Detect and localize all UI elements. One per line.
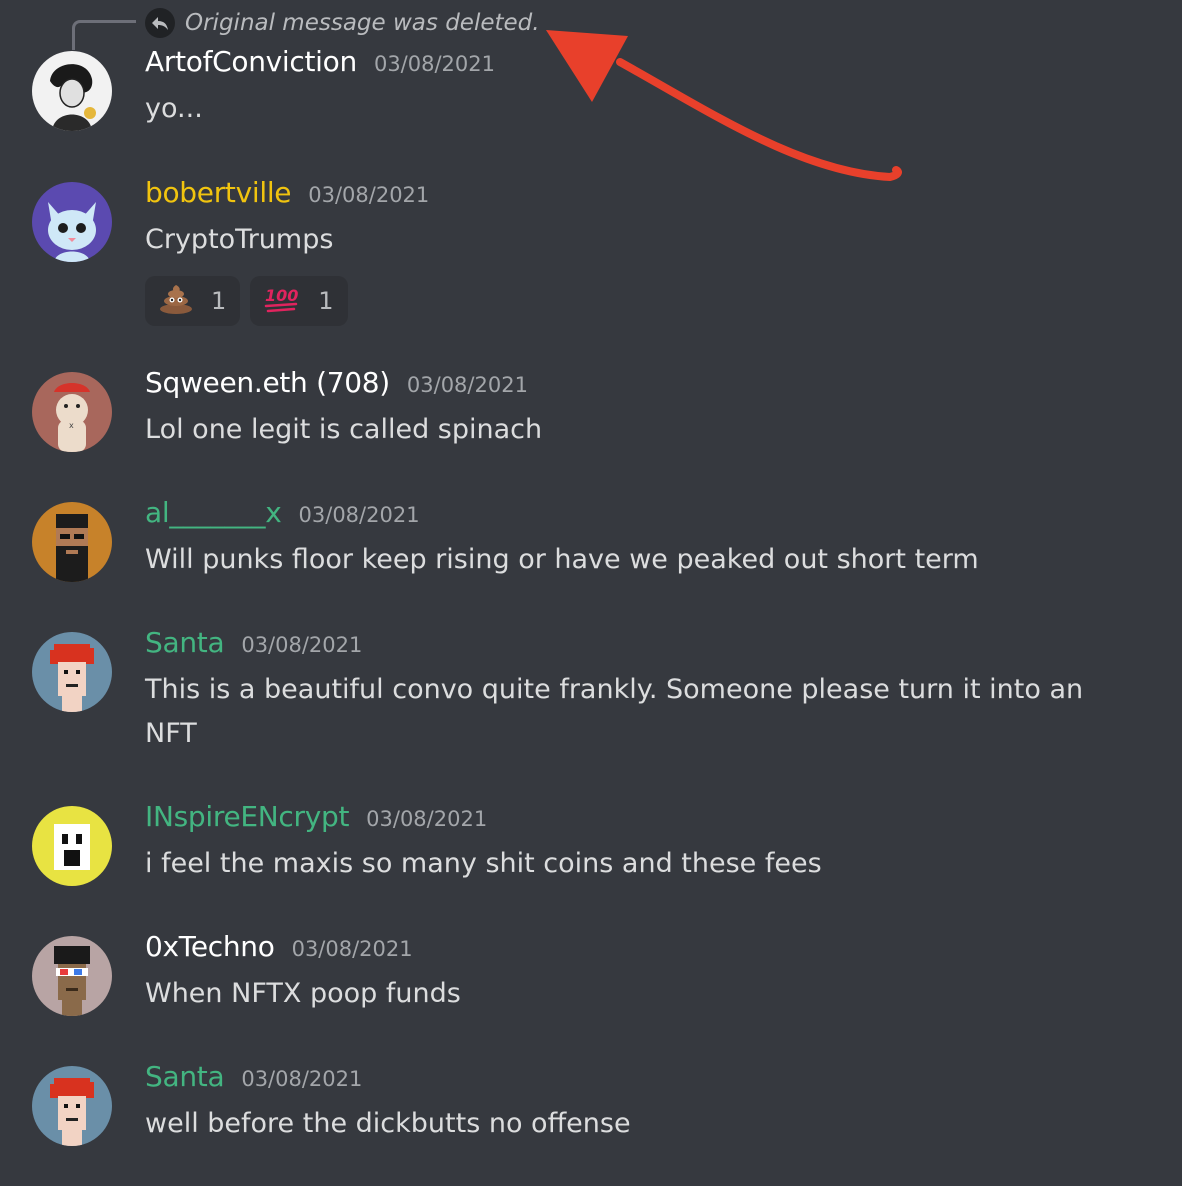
username[interactable]: ArtofConviction	[145, 45, 357, 78]
reply-deleted-text: Original message was deleted.	[185, 10, 540, 36]
reaction-count: 1	[318, 287, 334, 315]
message-header: ArtofConviction 03/08/2021	[145, 45, 495, 78]
reply-arrow-icon	[145, 8, 175, 38]
message-content: This is a beautiful convo quite frankly.…	[145, 674, 1084, 749]
svg-text:x: x	[69, 421, 74, 430]
message-content: CryptoTrumps	[145, 224, 334, 255]
message-header: Sqween.eth (708) 03/08/2021	[145, 366, 528, 399]
reaction-poop[interactable]: 1	[145, 276, 241, 326]
avatar-santa[interactable]	[32, 632, 112, 712]
avatar-sqween[interactable]: x	[32, 372, 112, 452]
avatar-inspireencrypt[interactable]	[32, 806, 112, 886]
message-item: INspireENcrypt 03/08/2021 i feel the max…	[0, 800, 1182, 926]
message-item: al_______x 03/08/2021 Will punks floor k…	[0, 496, 1182, 622]
timestamp: 03/08/2021	[241, 1067, 363, 1091]
message-item: x Sqween.eth (708) 03/08/2021 Lol one le…	[0, 366, 1182, 492]
message-item: Santa 03/08/2021 well before the dickbut…	[0, 1060, 1182, 1186]
avatar-0xtechno[interactable]	[32, 936, 112, 1016]
message-header: 0xTechno 03/08/2021	[145, 930, 413, 963]
avatar-santa[interactable]	[32, 1066, 112, 1146]
avatar-bobertville[interactable]	[32, 182, 112, 262]
message-item: Santa 03/08/2021 This is a beautiful con…	[0, 626, 1182, 752]
reply-connector-line	[72, 20, 136, 50]
svg-text:100: 100	[265, 286, 298, 305]
message-item: bobertville 03/08/2021 CryptoTrumps 1 10…	[0, 176, 1182, 326]
username[interactable]: Santa	[145, 626, 225, 659]
message-header: Santa 03/08/2021	[145, 1060, 362, 1093]
message-header: INspireENcrypt 03/08/2021	[145, 800, 487, 833]
message-header: bobertville 03/08/2021	[145, 176, 429, 209]
avatar-artofconviction[interactable]	[32, 51, 112, 131]
reply-preview[interactable]: Original message was deleted.	[145, 6, 540, 40]
timestamp: 03/08/2021	[366, 807, 488, 831]
username[interactable]: Santa	[145, 1060, 225, 1093]
hundred-points-icon: 100	[264, 284, 300, 318]
timestamp: 03/08/2021	[241, 633, 363, 657]
message-header: Santa 03/08/2021	[145, 626, 362, 659]
message-content: Lol one legit is called spinach	[145, 414, 543, 445]
message-content: i feel the maxis so many shit coins and …	[145, 848, 822, 879]
message-content: When NFTX poop funds	[145, 978, 461, 1009]
message-item: ArtofConviction 03/08/2021 yo...	[0, 45, 1182, 171]
timestamp: 03/08/2021	[291, 937, 413, 961]
username[interactable]: Sqween.eth (708)	[145, 366, 390, 399]
reactions-bar: 1 100 1	[145, 276, 348, 326]
poop-icon	[159, 284, 193, 318]
message-header: al_______x 03/08/2021	[145, 496, 420, 529]
message-content: Will punks floor keep rising or have we …	[145, 544, 979, 575]
timestamp: 03/08/2021	[373, 52, 495, 76]
username[interactable]: bobertville	[145, 176, 292, 209]
message-item: 0xTechno 03/08/2021 When NFTX poop funds	[0, 930, 1182, 1056]
username[interactable]: al_______x	[145, 496, 282, 529]
reaction-hundred[interactable]: 100 1	[250, 276, 348, 326]
username[interactable]: 0xTechno	[145, 930, 275, 963]
timestamp: 03/08/2021	[298, 503, 420, 527]
message-content: well before the dickbutts no offense	[145, 1108, 631, 1139]
username[interactable]: INspireENcrypt	[145, 800, 349, 833]
timestamp: 03/08/2021	[406, 373, 528, 397]
reaction-count: 1	[211, 287, 227, 315]
timestamp: 03/08/2021	[308, 183, 430, 207]
message-content: yo...	[145, 93, 203, 124]
avatar-al-x[interactable]	[32, 502, 112, 582]
